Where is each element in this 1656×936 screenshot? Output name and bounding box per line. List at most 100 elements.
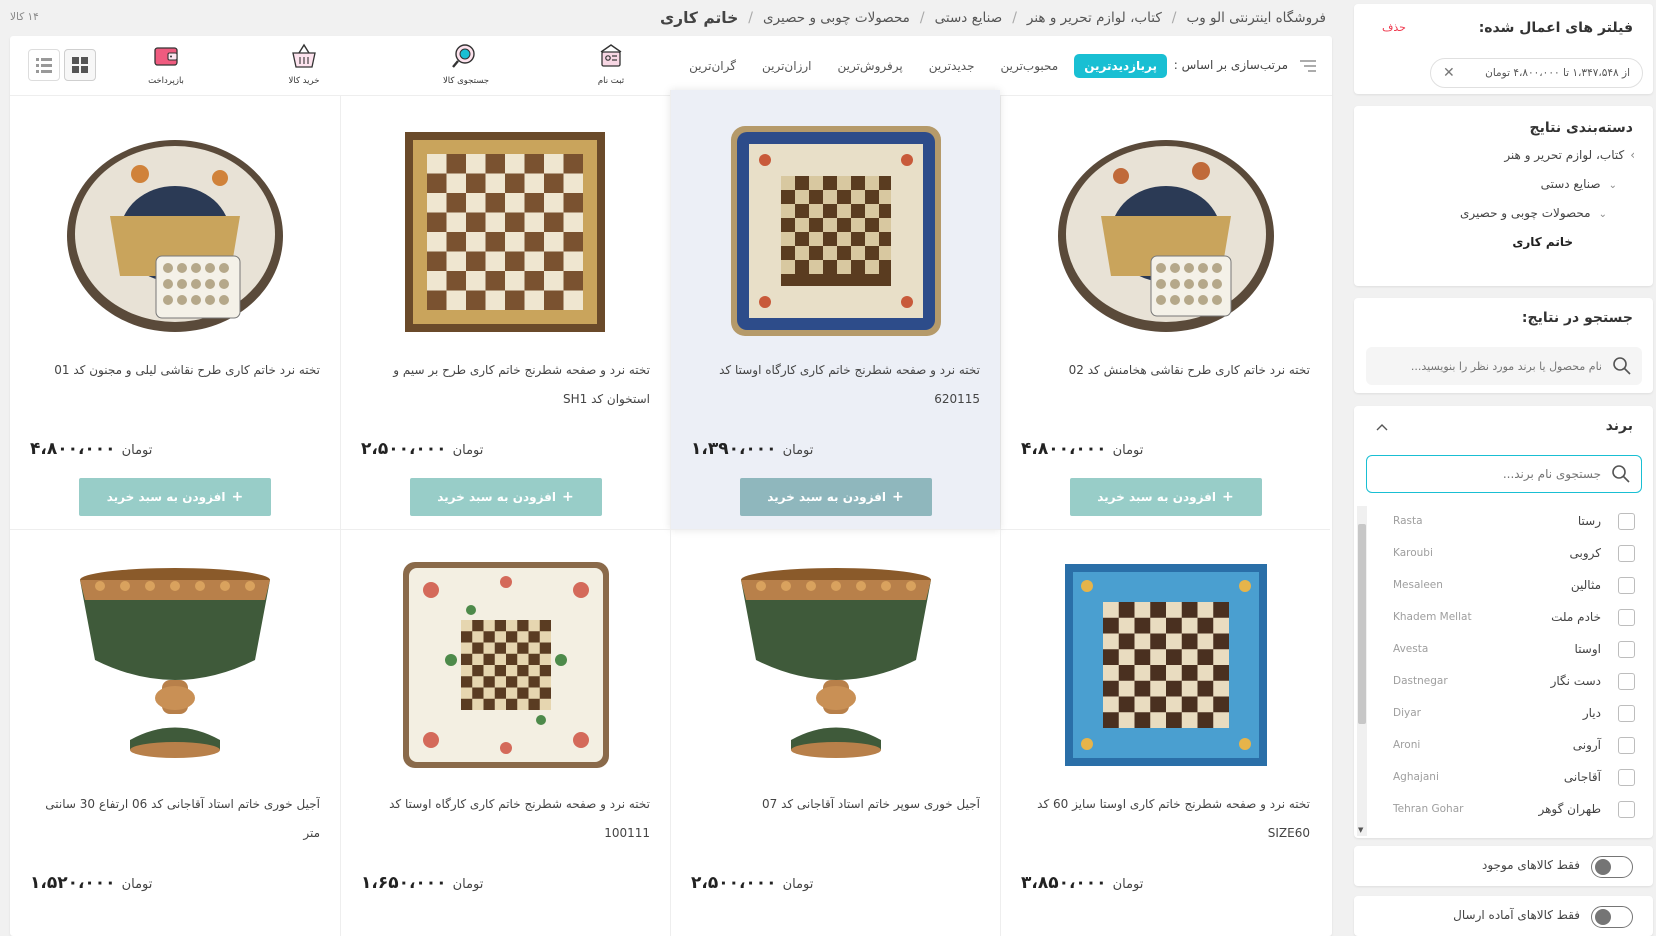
in-stock-label: فقط کالاهای موجود [1481, 858, 1580, 872]
category-item-khatam[interactable]: خاتم کاری [1512, 235, 1573, 249]
product-image[interactable] [391, 116, 621, 346]
sort-option-most-expensive[interactable]: گران‌ترین [679, 56, 746, 76]
brand-row[interactable]: دیار Diyar [1363, 698, 1653, 730]
sort-option-most-popular[interactable]: محبوب‌ترین [991, 56, 1069, 76]
brand-row[interactable]: دست نگار Dastnegar [1363, 666, 1653, 698]
product-title[interactable]: آجیل خوری سوپر خاتم استاد آقاجانی کد 07 [690, 790, 980, 819]
register-action[interactable]: ثبت نام [576, 42, 646, 92]
list-icon [36, 58, 52, 73]
product-card[interactable]: تخته نرد و صفحه شطرنج خاتم کاری کارگاه ا… [670, 90, 1000, 530]
brand-name-en: Rasta [1393, 515, 1423, 527]
product-title[interactable]: تخته نرد خاتم کاری طرح نقاشی هخامنش کد 0… [1020, 356, 1310, 385]
product-card[interactable]: تخته نرد و صفحه شطرنج خاتم کاری کارگاه ا… [340, 530, 670, 936]
brand-name: اوستا [1574, 642, 1601, 656]
breadcrumb: فروشگاه اینترنتی الو وب / کتاب، لوازم تح… [660, 5, 1326, 31]
product-search-action[interactable]: جستجوی کالا [431, 42, 501, 92]
product-card[interactable]: تخته نرد و صفحه شطرنج خاتم کاری اوستا سا… [1000, 530, 1330, 936]
price-filter-chip: از ۱،۳۴۷،۵۴۸ تا ۴،۸۰۰،۰۰۰ تومان ✕ [1430, 58, 1643, 88]
close-icon[interactable]: ✕ [1443, 65, 1455, 81]
product-image[interactable] [721, 550, 951, 780]
brand-row[interactable]: کروبی Karoubi [1363, 538, 1653, 570]
applied-filters-title: فیلتر های اعمال شده: [1478, 20, 1633, 36]
product-image[interactable] [721, 116, 951, 346]
brand-row[interactable]: طهران گوهر Tehran Gohar [1363, 794, 1653, 826]
product-title[interactable]: آجیل خوری خاتم استاد آقاجانی کد 06 ارتفا… [30, 790, 320, 848]
brand-search-box [1366, 455, 1642, 493]
breadcrumb-separator: / [1012, 10, 1017, 26]
product-title[interactable]: تخته نرد و صفحه شطرنج خاتم کاری کارگاه ا… [690, 356, 980, 414]
brand-checkbox[interactable] [1618, 513, 1635, 530]
category-item-label: صنایع دستی [1540, 177, 1601, 191]
ready-to-ship-label: فقط کالاهای آماده ارسال [1453, 908, 1580, 922]
search-icon [1613, 357, 1631, 375]
product-title[interactable]: تخته نرد و صفحه شطرنج خاتم کاری طرح بر س… [360, 356, 650, 414]
brand-checkbox[interactable] [1618, 577, 1635, 594]
scroll-down-arrow-icon[interactable]: ▼ [1358, 826, 1363, 834]
ready-to-ship-switch[interactable] [1591, 906, 1633, 928]
product-price: ۴،۸۰۰،۰۰۰ تومان [1021, 439, 1149, 459]
breadcrumb-item[interactable]: کتاب، لوازم تحریر و هنر [1027, 10, 1162, 26]
brand-checkbox[interactable] [1618, 609, 1635, 626]
buy-action[interactable]: خرید کالا [269, 42, 339, 92]
sort-option-best-selling[interactable]: پرفروش‌ترین [828, 56, 913, 76]
brand-checkbox[interactable] [1618, 705, 1635, 722]
brand-row[interactable]: آرونی Aroni [1363, 730, 1653, 762]
product-image[interactable] [60, 550, 290, 780]
brand-checkbox[interactable] [1618, 801, 1635, 818]
product-card[interactable]: تخته نرد و صفحه شطرنج خاتم کاری طرح بر س… [340, 96, 670, 530]
breadcrumb-item[interactable]: صنایع دستی [935, 10, 1003, 26]
product-card[interactable]: آجیل خوری سوپر خاتم استاد آقاجانی کد 07 … [670, 530, 1000, 936]
breadcrumb-item[interactable]: فروشگاه اینترنتی الو وب [1186, 10, 1326, 26]
brand-row[interactable]: اوستا Avesta [1363, 634, 1653, 666]
product-card[interactable]: آجیل خوری خاتم استاد آقاجانی کد 06 ارتفا… [10, 530, 340, 936]
refund-label: بازپرداخت [148, 76, 184, 86]
brand-name: خادم ملت [1551, 610, 1601, 624]
grid-view-button[interactable] [64, 49, 96, 81]
add-to-cart-button[interactable]: + افزودن به سبد خرید [739, 478, 932, 516]
price-value: ۳،۸۵۰،۰۰۰ [1021, 873, 1107, 893]
add-to-cart-button[interactable]: + افزودن به سبد خرید [409, 478, 602, 516]
brand-checkbox[interactable] [1618, 673, 1635, 690]
category-item-books[interactable]: › کتاب، لوازم تحریر و هنر [1504, 148, 1635, 162]
brand-row[interactable]: خادم ملت Khadem Mellat [1363, 602, 1653, 634]
scrollbar-thumb[interactable] [1358, 524, 1366, 724]
breadcrumb-item[interactable]: محصولات چوبی و حصیری [763, 10, 910, 26]
list-view-button[interactable] [28, 49, 60, 81]
product-image[interactable] [391, 550, 621, 780]
product-title[interactable]: تخته نرد و صفحه شطرنج خاتم کاری اوستا سا… [1020, 790, 1310, 848]
product-card[interactable]: تخته نرد خاتم کاری طرح نقاشی هخامنش کد 0… [1000, 96, 1330, 530]
brand-checkbox[interactable] [1618, 769, 1635, 786]
brand-checkbox[interactable] [1618, 641, 1635, 658]
brand-row[interactable]: رستا Rasta [1363, 506, 1653, 538]
brand-search-input[interactable] [1381, 456, 1601, 491]
basket-icon [292, 43, 316, 68]
add-to-cart-button[interactable]: + افزودن به سبد خرید [1069, 478, 1262, 516]
remove-filters-link[interactable]: حذف [1382, 21, 1406, 34]
buy-label: خرید کالا [288, 76, 320, 86]
brand-list-scrollbar[interactable]: ▼ [1357, 506, 1367, 836]
product-title[interactable]: تخته نرد و صفحه شطرنج خاتم کاری کارگاه ا… [360, 790, 650, 848]
product-image[interactable] [1051, 116, 1281, 346]
category-item-handicrafts[interactable]: ⌄ صنایع دستی [1541, 177, 1617, 191]
chessboard-image [730, 126, 941, 336]
chevron-up-icon[interactable] [1374, 419, 1390, 435]
sort-option-cheapest[interactable]: ارزان‌ترین [752, 56, 822, 76]
product-card[interactable]: تخته نرد خاتم کاری طرح نقاشی لیلی و مجنو… [10, 96, 340, 530]
category-item-wood-products[interactable]: ⌄ محصولات چوبی و حصیری [1460, 206, 1607, 220]
sort-option-most-viewed[interactable]: پربازدیدترین [1074, 54, 1167, 78]
brand-row[interactable]: مثالین Mesaleen [1363, 570, 1653, 602]
brand-name: رستا [1577, 514, 1601, 528]
brand-checkbox[interactable] [1618, 737, 1635, 754]
chessboard-image [404, 132, 605, 332]
sort-option-newest[interactable]: جدیدترین [919, 56, 985, 76]
refund-action[interactable]: بازپرداخت [131, 42, 201, 92]
brand-checkbox[interactable] [1618, 545, 1635, 562]
brand-row[interactable]: آقاجانی Aghajani [1363, 762, 1653, 794]
product-title[interactable]: تخته نرد خاتم کاری طرح نقاشی لیلی و مجنو… [30, 356, 320, 385]
add-to-cart-button[interactable]: + افزودن به سبد خرید [79, 478, 271, 516]
search-results-input[interactable] [1382, 347, 1602, 385]
categories-title: دسته‌بندی نتایج [1529, 120, 1634, 136]
product-image[interactable] [60, 116, 290, 346]
in-stock-switch[interactable] [1591, 856, 1633, 878]
product-image[interactable] [1051, 550, 1281, 780]
